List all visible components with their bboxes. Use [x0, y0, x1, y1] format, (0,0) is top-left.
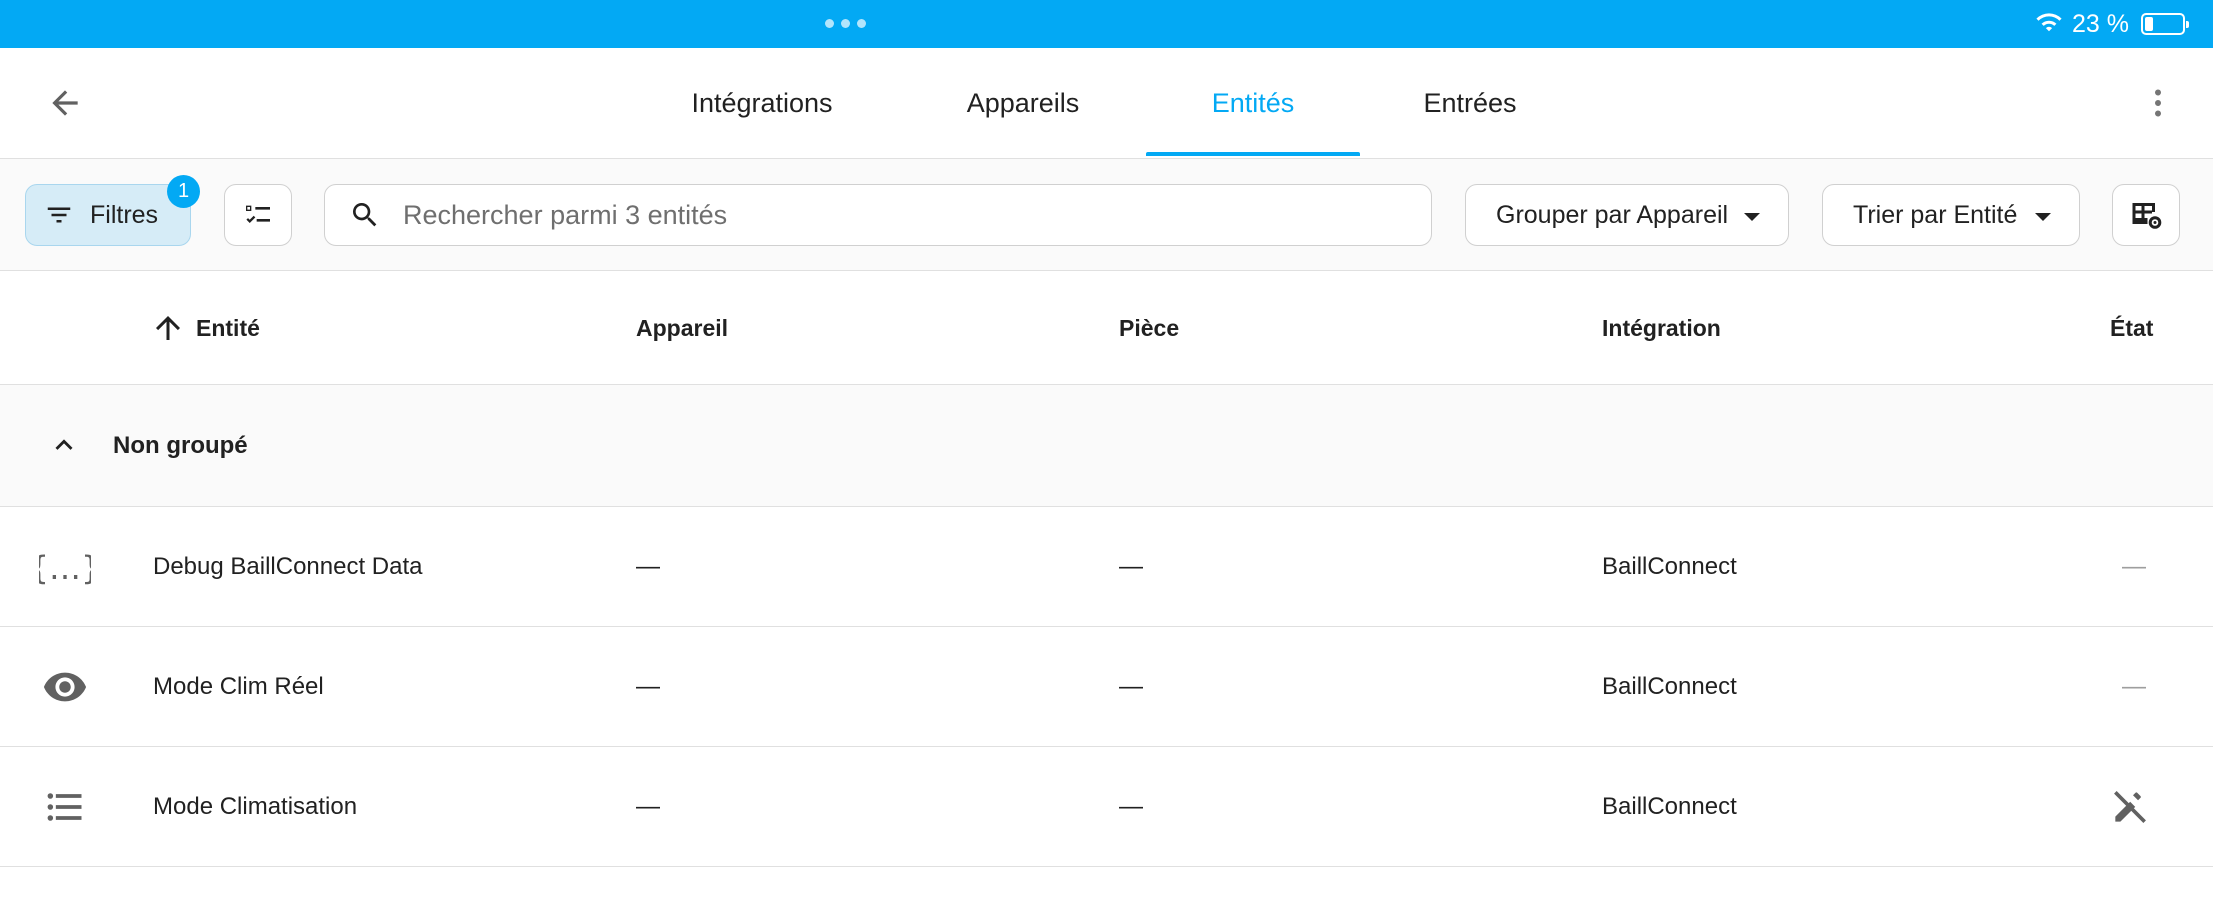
cell-device: —	[636, 673, 660, 700]
battery-fill	[2145, 17, 2153, 31]
checklist-icon	[246, 205, 270, 223]
group-label: Non groupé	[113, 432, 248, 459]
code-json-icon: {…}	[38, 544, 92, 590]
filters-button[interactable]: Filtres	[25, 184, 191, 246]
caret-down-icon	[2035, 213, 2051, 221]
format-list-bulleted-icon	[38, 784, 92, 830]
table-row[interactable]: Mode Climatisation — — BaillConnect	[0, 747, 2213, 867]
group-header-row[interactable]: Non groupé	[0, 385, 2213, 507]
cell-integration: BaillConnect	[1602, 793, 1737, 820]
cell-entity: Mode Climatisation	[153, 793, 358, 820]
column-header-entity[interactable]: Entité	[150, 271, 260, 385]
search-icon	[353, 203, 377, 227]
cell-entity: Debug BaillConnect Data	[153, 553, 423, 580]
search-input[interactable]	[403, 199, 1303, 231]
cell-state: —	[2122, 673, 2146, 700]
cell-area: —	[1119, 553, 1143, 580]
tab-devices[interactable]: Appareils	[948, 48, 1098, 158]
tab-helpers[interactable]: Entrées	[1410, 48, 1530, 158]
overflow-menu-button[interactable]	[2131, 76, 2185, 130]
status-indicators: 23 %	[2034, 9, 2189, 40]
column-label-entity: Entité	[196, 314, 260, 341]
table-row[interactable]: Mode Clim Réel — — BaillConnect —	[0, 627, 2213, 747]
cell-integration: BaillConnect	[1602, 673, 1737, 700]
group-by-dropdown[interactable]: Grouper par Appareil	[1465, 184, 1789, 246]
tab-bar: Intégrations Appareils Entités Entrées	[0, 48, 2213, 158]
search-field[interactable]	[324, 184, 1432, 246]
cell-device: —	[636, 793, 660, 820]
system-status-bar: 23 %	[0, 0, 2213, 48]
multitasking-dots-icon[interactable]	[825, 19, 866, 28]
tab-integrations[interactable]: Intégrations	[672, 48, 852, 158]
data-table-toolbar: Filtres 1 Grouper par Appareil Trier par…	[0, 159, 2213, 271]
cell-integration: BaillConnect	[1602, 553, 1737, 580]
more-vertical-icon	[2155, 89, 2161, 117]
cell-area: —	[1119, 673, 1143, 700]
battery-icon	[2141, 13, 2189, 35]
caret-down-icon	[1744, 213, 1760, 221]
top-app-bar: Intégrations Appareils Entités Entrées	[0, 48, 2213, 159]
battery-percentage: 23 %	[2072, 9, 2129, 38]
table-settings-button[interactable]	[2112, 184, 2180, 246]
selection-mode-button[interactable]	[224, 184, 292, 246]
column-header-state[interactable]: État	[2110, 271, 2153, 385]
svg-text:{…}: {…}	[39, 549, 91, 587]
pencil-off-icon	[2108, 747, 2152, 867]
column-header-device[interactable]: Appareil	[636, 271, 728, 385]
eye-icon	[38, 664, 92, 710]
wifi-icon	[2034, 9, 2064, 40]
filters-count-badge: 1	[167, 175, 200, 208]
active-tab-indicator	[1146, 152, 1360, 156]
table-cog-icon	[2132, 203, 2162, 229]
cell-entity: Mode Clim Réel	[153, 673, 324, 700]
cell-device: —	[636, 553, 660, 580]
table-row[interactable]: {…} Debug BaillConnect Data — — BaillCon…	[0, 507, 2213, 627]
column-header-integration[interactable]: Intégration	[1602, 271, 1721, 385]
group-by-label: Grouper par Appareil	[1496, 200, 1729, 229]
filter-icon	[47, 207, 71, 223]
arrow-up-icon	[156, 316, 180, 340]
sort-by-label: Trier par Entité	[1853, 200, 2018, 229]
chevron-up-icon[interactable]	[44, 425, 84, 465]
cell-area: —	[1119, 793, 1143, 820]
column-header-area[interactable]: Pièce	[1119, 271, 1179, 385]
table-header: Entité Appareil Pièce Intégration État	[0, 271, 2213, 385]
tab-entities[interactable]: Entités	[1146, 48, 1360, 158]
cell-state: —	[2122, 553, 2146, 580]
sort-by-dropdown[interactable]: Trier par Entité	[1822, 184, 2080, 246]
filters-label: Filtres	[90, 200, 159, 229]
